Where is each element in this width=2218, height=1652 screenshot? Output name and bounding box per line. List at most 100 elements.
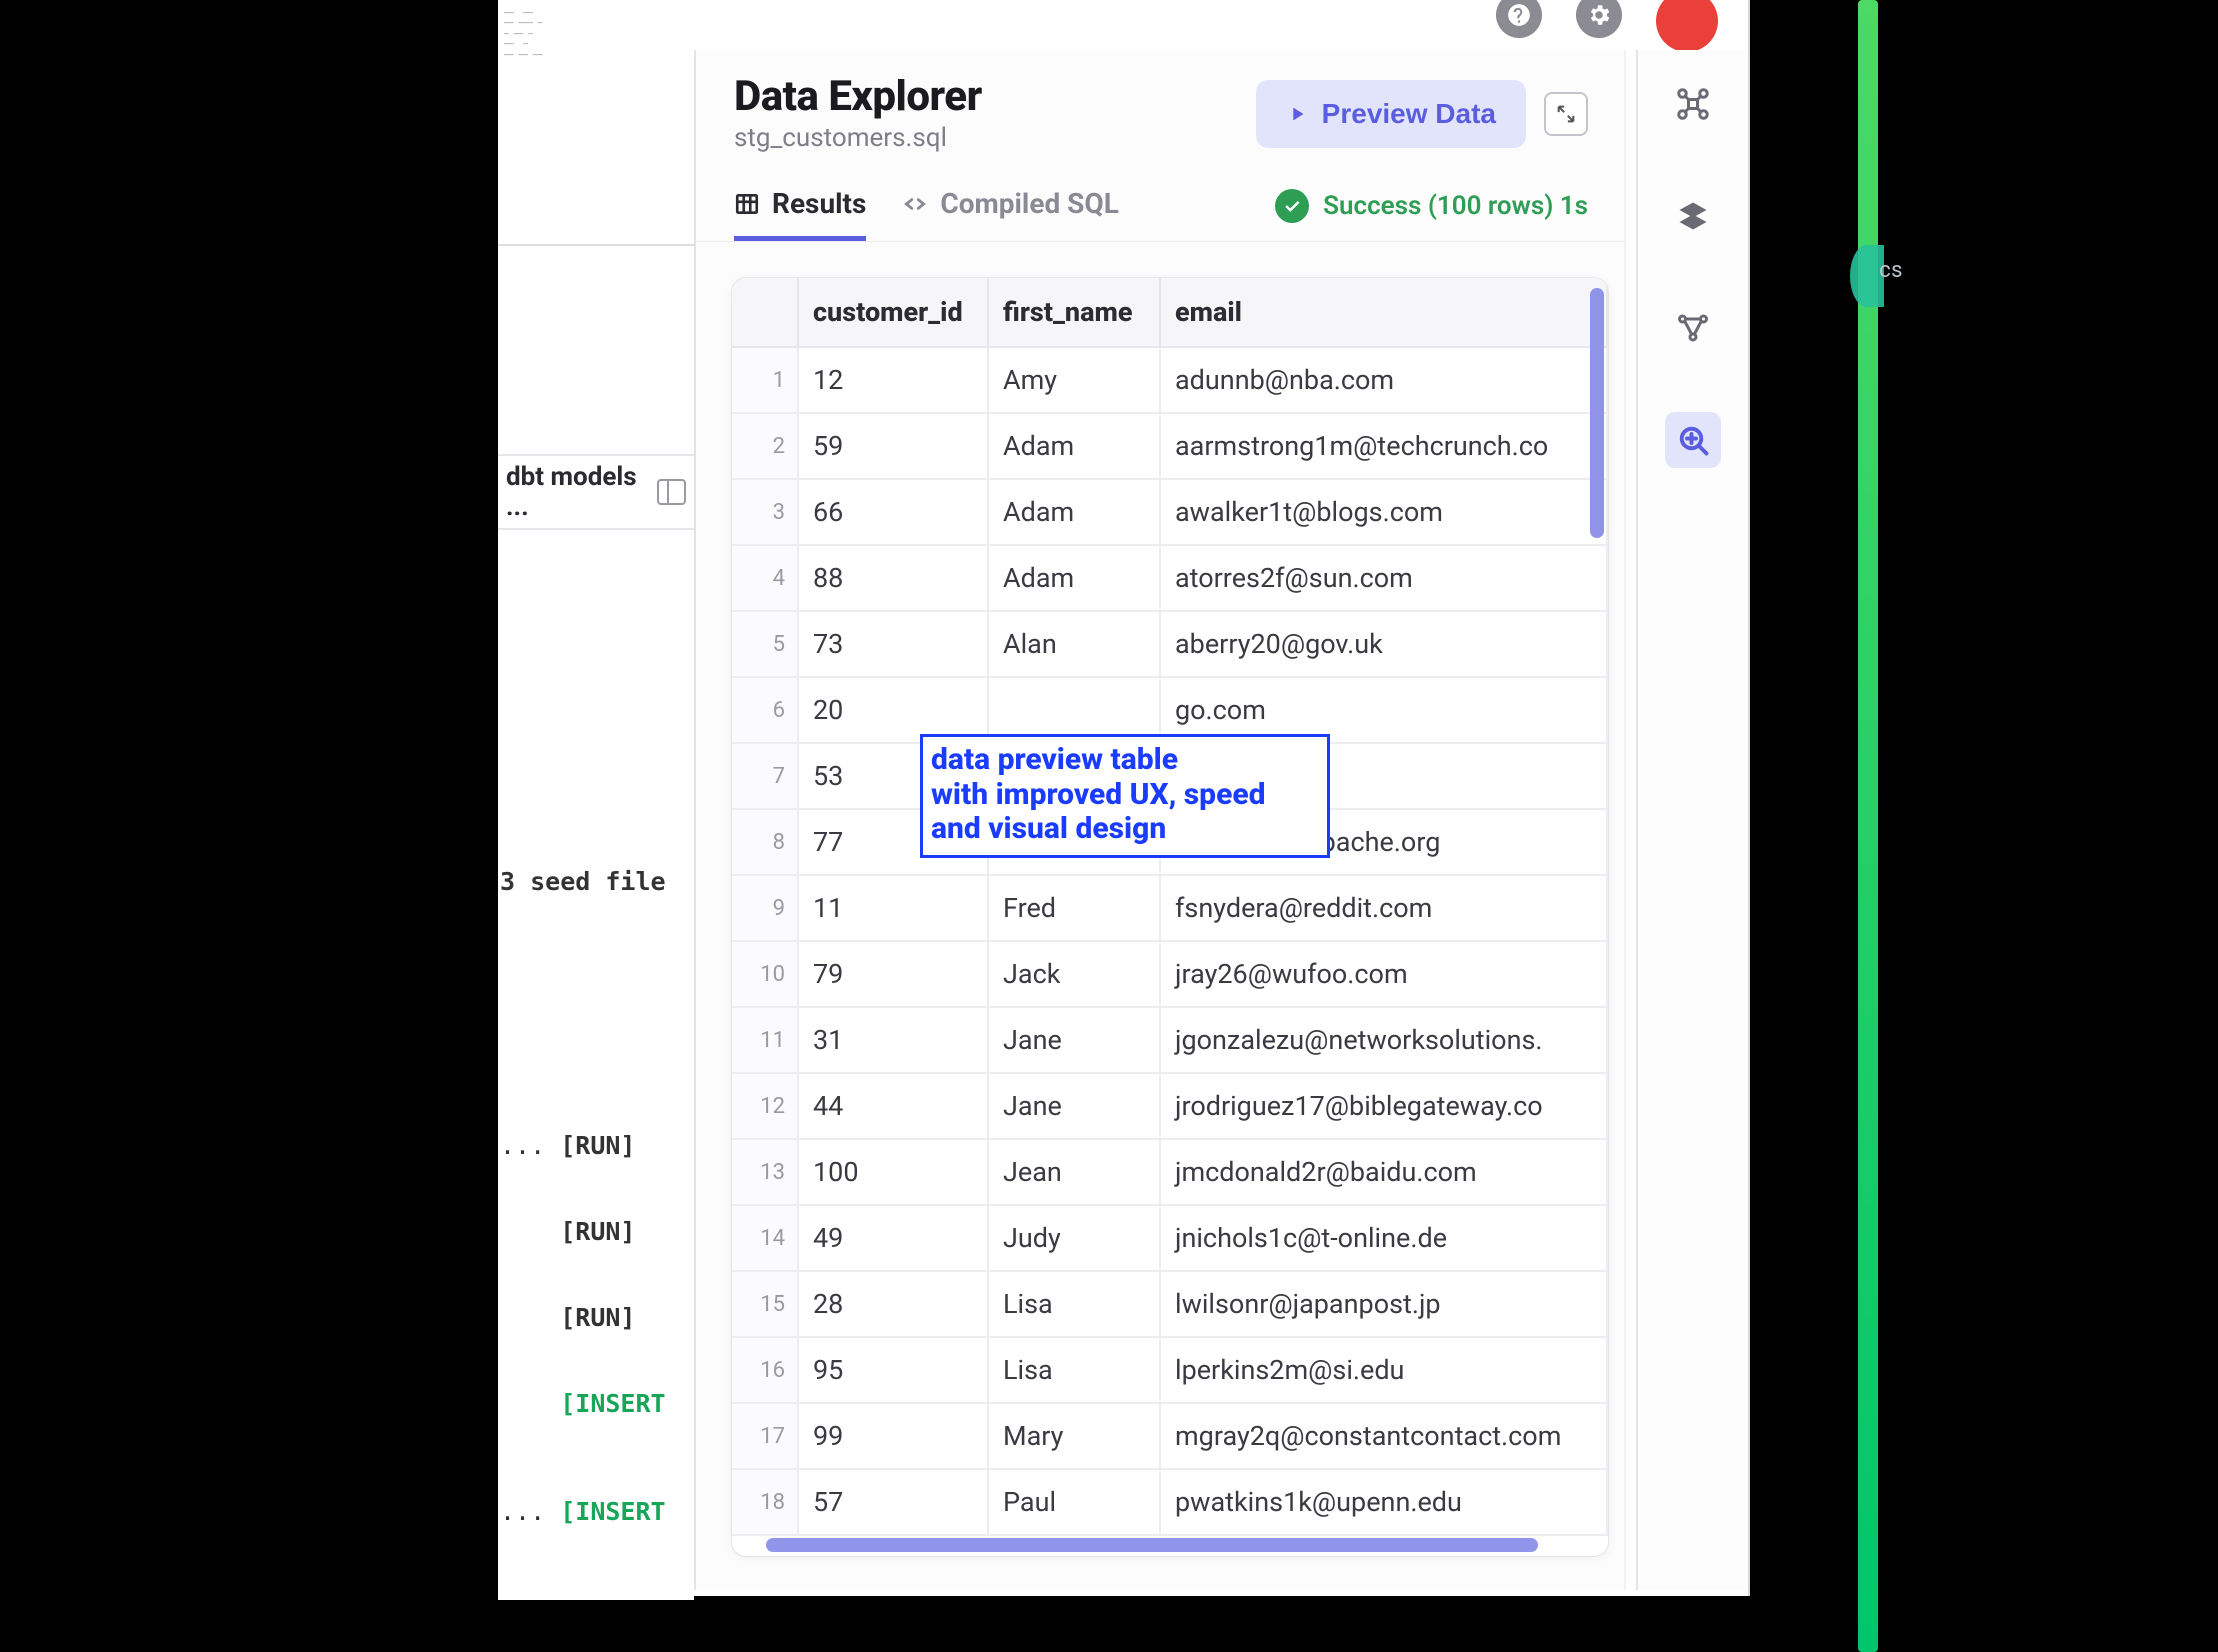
cell-first-name: Lisa [988,1271,1160,1337]
cell-first-name: Amy [988,347,1160,413]
row-number: 8 [732,809,798,875]
row-number: 5 [732,611,798,677]
table-row[interactable]: 488Adamatorres2f@sun.com [732,545,1607,611]
cell-email: awalker1t@blogs.com [1160,479,1607,545]
cell-email: pwatkins1k@upenn.edu [1160,1469,1607,1535]
tab-compiled-label: Compiled SQL [940,187,1119,220]
cell-customer-id: 66 [798,479,988,545]
panel-title: Data Explorer [734,72,982,121]
expand-button[interactable] [1544,92,1588,136]
row-number: 18 [732,1469,798,1535]
table-row[interactable]: 1079Jackjray26@wufoo.com [732,941,1607,1007]
table-row[interactable]: 1799Marymgray2q@constantcontact.com [732,1403,1607,1469]
cell-first-name: Adam [988,413,1160,479]
table-row[interactable]: 911Fredfsnydera@reddit.com [732,875,1607,941]
account-avatar-button[interactable] [1656,0,1718,52]
vertical-scrollbar[interactable] [1590,288,1604,538]
row-number: 12 [732,1073,798,1139]
table-row[interactable]: 259Adamaarmstrong1m@techcrunch.co [732,413,1607,479]
annotation-callout: data preview table with improved UX, spe… [920,734,1330,858]
table-row[interactable]: 1131Janejgonzalezu@networksolutions. [732,1007,1607,1073]
panel-toggle-icon[interactable] [657,479,686,505]
zoom-search-icon[interactable] [1665,412,1721,468]
cell-first-name: Jane [988,1073,1160,1139]
minimap: —— —— —— ——— — — —— — —— — —— —— —— [498,0,694,246]
row-number: 13 [732,1139,798,1205]
col-header-rownum[interactable] [732,278,798,347]
cell-customer-id: 49 [798,1205,988,1271]
cell-customer-id: 31 [798,1007,988,1073]
status-text: Success (100 rows) 1s [1323,191,1588,221]
expand-icon [1555,103,1577,125]
annotation-line: with improved UX, speed [931,778,1319,813]
col-header-email[interactable]: email [1160,278,1607,347]
cell-first-name: Jane [988,1007,1160,1073]
graph-icon[interactable] [1665,300,1721,356]
cell-email: aberry20@gov.uk [1160,611,1607,677]
tab-compiled-sql[interactable]: Compiled SQL [902,187,1119,241]
cell-email: jmcdonald2r@baidu.com [1160,1139,1607,1205]
window-topbar [1496,0,1718,50]
table-row[interactable]: 1244Janejrodriguez17@biblegateway.co [732,1073,1607,1139]
horizontal-scrollbar[interactable] [766,1538,1538,1552]
cell-first-name: Alan [988,611,1160,677]
cell-first-name: Adam [988,545,1160,611]
editor-left-pane: —— —— —— ——— — — —— — —— — —— —— —— dbt … [498,0,694,1600]
terminal-line: ... [RUN] [498,1218,694,1246]
table-row[interactable]: 13100Jeanjmcdonald2r@baidu.com [732,1139,1607,1205]
help-icon[interactable] [1496,0,1542,38]
row-number: 3 [732,479,798,545]
row-number: 9 [732,875,798,941]
tab-results-label: Results [772,187,866,220]
models-bar[interactable]: dbt models ... [498,456,694,530]
query-status: Success (100 rows) 1s [1275,189,1588,239]
table-row[interactable]: 1857Paulpwatkins1k@upenn.edu [732,1469,1607,1535]
table-row[interactable]: 366Adamawalker1t@blogs.com [732,479,1607,545]
col-header-customer-id[interactable]: customer_id [798,278,988,347]
cell-customer-id: 100 [798,1139,988,1205]
cell-customer-id: 73 [798,611,988,677]
annotation-line: data preview table [931,743,1319,778]
table-row[interactable]: 573Alanaberry20@gov.uk [732,611,1607,677]
code-icon [902,191,928,217]
results-table-wrap[interactable]: customer_id first_name email 112Amyadunn… [732,278,1608,1556]
tab-results[interactable]: Results [734,187,866,241]
cell-customer-id: 12 [798,347,988,413]
cell-first-name: Mary [988,1403,1160,1469]
preview-data-button[interactable]: Preview Data [1256,80,1526,148]
cell-customer-id: 57 [798,1469,988,1535]
right-edge-label: cs [1879,258,1903,283]
cell-email: aarmstrong1m@techcrunch.co [1160,413,1607,479]
table-row[interactable]: 1528Lisalwilsonr@japanpost.jp [732,1271,1607,1337]
cell-first-name: Paul [988,1469,1160,1535]
layers-icon[interactable] [1665,188,1721,244]
settings-gear-icon[interactable] [1576,0,1622,38]
cell-email: mgray2q@constantcontact.com [1160,1403,1607,1469]
terminal-line: 3 seed file [498,868,694,896]
cell-email: atorres2f@sun.com [1160,545,1607,611]
table-row[interactable]: 112Amyadunnb@nba.com [732,347,1607,413]
drone-icon[interactable] [1665,76,1721,132]
cell-first-name: Jack [988,941,1160,1007]
row-number: 7 [732,743,798,809]
cell-customer-id: 59 [798,413,988,479]
row-number: 17 [732,1403,798,1469]
cell-first-name: Jean [988,1139,1160,1205]
terminal-line: ... [INSERT [498,1390,694,1418]
terminal-line: ... [RUN] [498,1132,694,1160]
table-row[interactable]: 1695Lisalperkins2m@si.edu [732,1337,1607,1403]
cell-first-name: Adam [988,479,1160,545]
terminal-line: ... [RUN] [498,1304,694,1332]
row-number: 6 [732,677,798,743]
cell-customer-id: 79 [798,941,988,1007]
row-number: 10 [732,941,798,1007]
panel-subtitle: stg_customers.sql [734,123,982,153]
cell-customer-id: 88 [798,545,988,611]
row-number: 15 [732,1271,798,1337]
cell-first-name: Judy [988,1205,1160,1271]
row-number: 11 [732,1007,798,1073]
row-number: 14 [732,1205,798,1271]
table-row[interactable]: 1449Judyjnichols1c@t-online.de [732,1205,1607,1271]
results-table: customer_id first_name email 112Amyadunn… [732,278,1608,1536]
col-header-first-name[interactable]: first_name [988,278,1160,347]
